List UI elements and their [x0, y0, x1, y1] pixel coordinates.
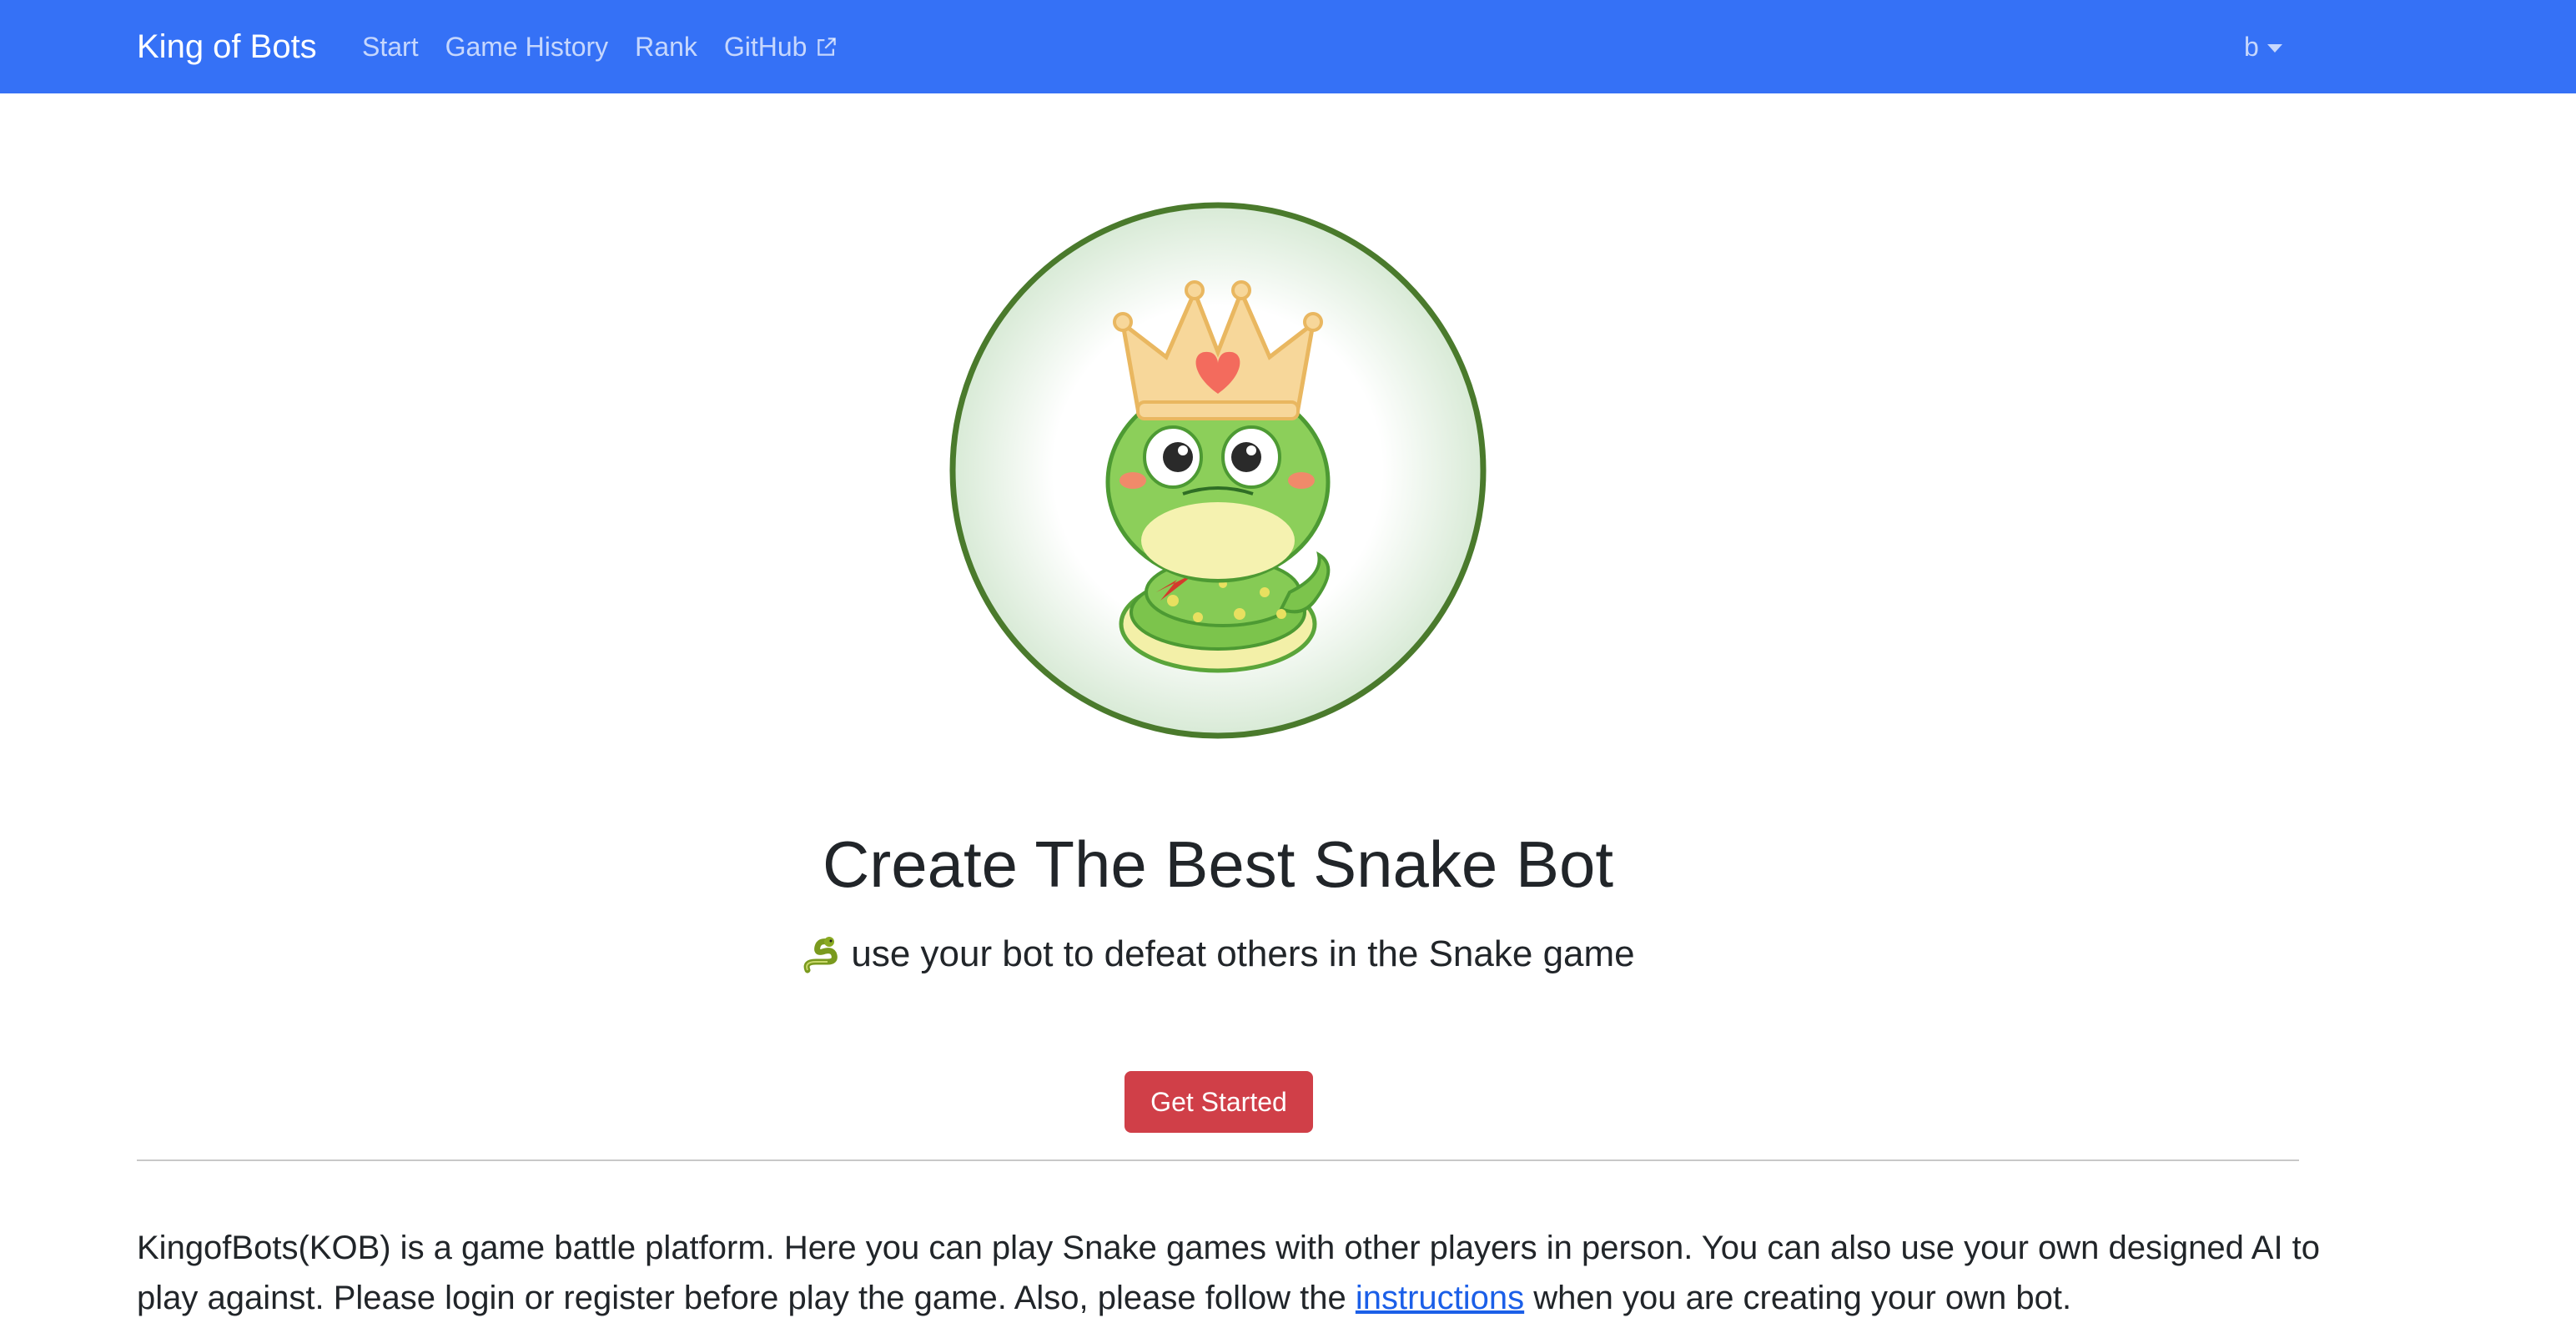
- user-name: b: [2244, 32, 2259, 62]
- nav-link-github-label: GitHub: [723, 32, 808, 62]
- section-divider: [137, 1159, 2299, 1161]
- hero-subtitle: use your bot to defeat others in the Sna…: [0, 929, 2436, 979]
- hero-title: Create The Best Snake Bot: [822, 827, 1614, 901]
- snake-emoji-icon: [803, 937, 838, 973]
- nav-link-game-history[interactable]: Game History: [445, 28, 609, 65]
- nav-links: Start Game History Rank GitHub: [362, 28, 865, 65]
- about-paragraph: KingofBots(KOB) is a game battle platfor…: [137, 1223, 2322, 1323]
- external-link-icon: [818, 38, 837, 56]
- hero-subtitle-text: use your bot to defeat others in the Sna…: [851, 933, 1635, 974]
- logo-image: [949, 202, 1487, 739]
- user-dropdown[interactable]: b: [2244, 28, 2282, 65]
- get-started-button[interactable]: Get Started: [1124, 1071, 1313, 1133]
- nav-link-start[interactable]: Start: [362, 28, 419, 65]
- nav-link-rank[interactable]: Rank: [635, 28, 697, 65]
- nav-link-github[interactable]: GitHub: [724, 28, 839, 65]
- about-text-after: when you are creating your own bot.: [1524, 1280, 2072, 1316]
- instructions-link[interactable]: instructions: [1356, 1280, 1524, 1316]
- brand-link[interactable]: King of Bots: [137, 25, 317, 68]
- caret-down-icon: [2267, 44, 2282, 53]
- king-snake-logo: [948, 200, 1488, 741]
- top-navbar: King of Bots Start Game History Rank Git…: [0, 0, 2576, 93]
